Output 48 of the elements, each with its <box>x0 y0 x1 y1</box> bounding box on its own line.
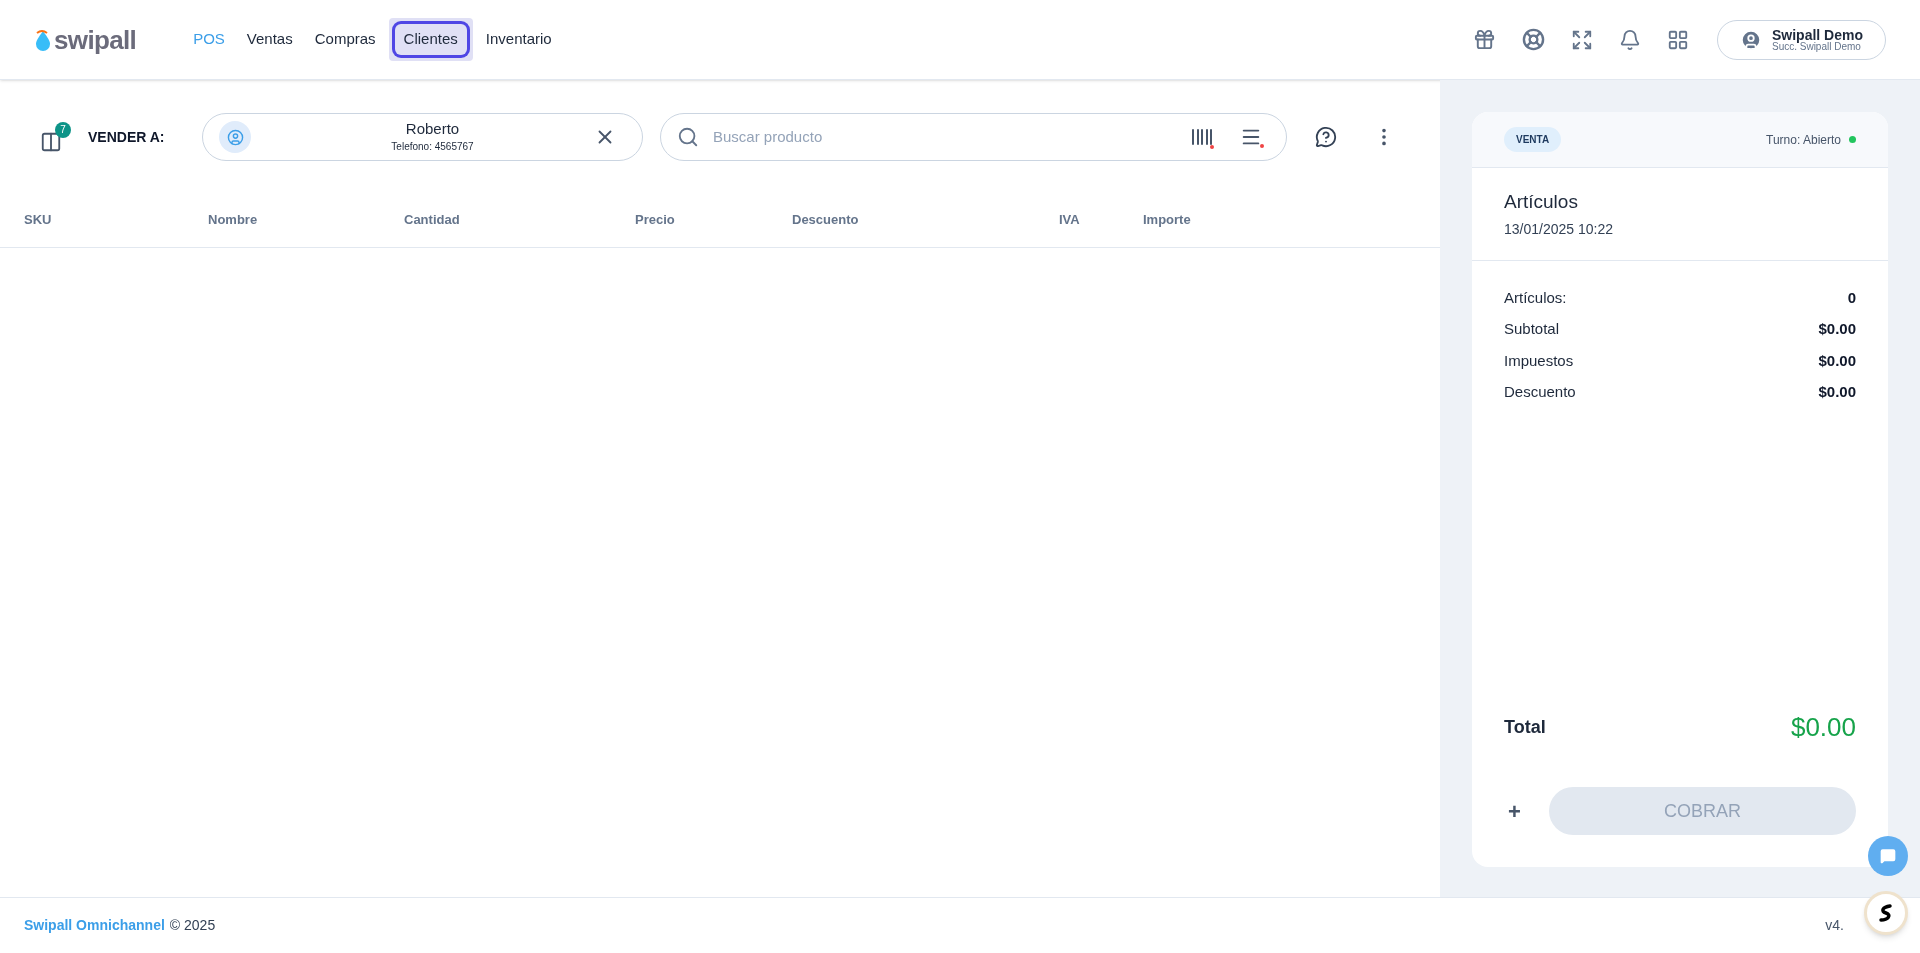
column-header: Descuento <box>792 211 859 227</box>
help-icon[interactable] <box>1315 126 1337 148</box>
summary-label: Descuento <box>1504 382 1576 402</box>
sell-to-label: VENDER A: <box>88 127 166 147</box>
summary-value: 0 <box>1847 287 1856 308</box>
search-icon <box>677 126 699 148</box>
apps-grid-icon[interactable] <box>1666 28 1689 51</box>
copyright-text: © 2025 <box>169 916 216 935</box>
summary-label: Artículos: <box>1504 287 1567 308</box>
search-input[interactable]: Buscar producto <box>713 125 1190 149</box>
pending-tickets-button[interactable]: 7 <box>40 121 71 153</box>
fullscreen-icon[interactable] <box>1570 28 1593 51</box>
column-header: IVA <box>1059 211 1080 227</box>
water-drop-icon <box>34 28 52 51</box>
version-text: v4. <box>1825 916 1844 935</box>
panel-icon <box>40 130 62 153</box>
squiggle-icon <box>1877 904 1895 922</box>
total-label: Total <box>1504 716 1546 739</box>
summary-label: Subtotal <box>1504 319 1560 339</box>
count-badge: 7 <box>55 121 71 138</box>
summary-label: Impuestos <box>1504 350 1574 371</box>
add-button[interactable]: + <box>1504 794 1525 828</box>
summary-value: $0.00 <box>1818 382 1856 402</box>
customer-icon-badge <box>219 121 251 153</box>
nav-link[interactable]: Ventas <box>237 24 302 55</box>
total-amount: $0.00 <box>1790 711 1856 744</box>
column-header: Nombre <box>208 211 258 227</box>
sale-type-badge: VENTA <box>1504 127 1562 152</box>
shift-status: Turno: Abierto <box>1766 131 1841 149</box>
summary-value: $0.00 <box>1818 319 1856 339</box>
summary-title: Artículos <box>1504 190 1579 214</box>
assistant-button[interactable] <box>1864 891 1908 935</box>
column-header: Precio <box>635 211 675 227</box>
nav-link[interactable]: Inventario <box>476 24 561 55</box>
chat-icon <box>1880 848 1896 864</box>
sale-datetime: 13/01/2025 10:22 <box>1504 219 1614 239</box>
column-header: SKU <box>24 211 52 227</box>
customer-phone: Telefono: 4565767 <box>391 139 474 154</box>
user-name: Swipall Demo <box>1771 27 1863 42</box>
summary-value: $0.00 <box>1818 350 1856 371</box>
column-header: Cantidad <box>404 211 460 227</box>
customer-name: Roberto <box>405 120 460 139</box>
logo[interactable]: swipall <box>34 26 137 53</box>
help-icon[interactable] <box>1521 28 1545 51</box>
gift-icon[interactable] <box>1472 28 1496 51</box>
notification-icon[interactable] <box>1618 28 1641 51</box>
nav-link[interactable]: Compras <box>305 24 385 55</box>
column-header: Importe <box>1143 211 1191 227</box>
